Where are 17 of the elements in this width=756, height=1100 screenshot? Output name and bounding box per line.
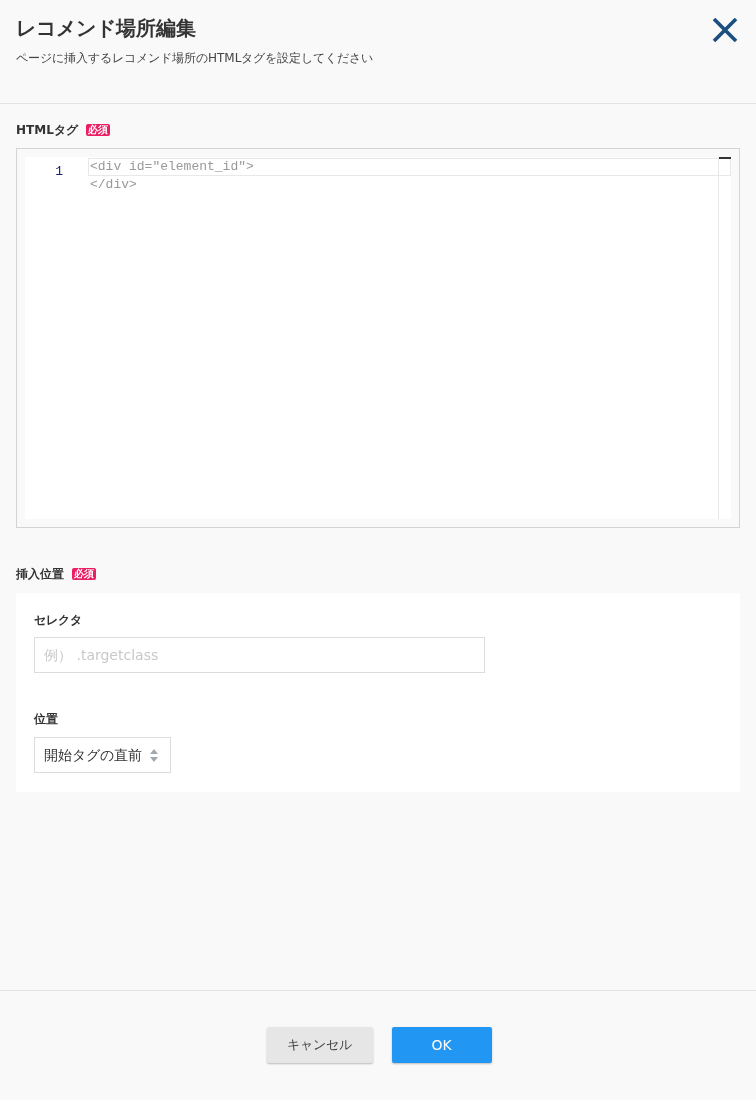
scrollbar-track[interactable] — [718, 157, 731, 519]
dialog-description: ページに挿入するレコメンド場所のHTMLタグを設定してください — [16, 50, 374, 66]
close-icon[interactable] — [712, 18, 738, 42]
sort-arrows-icon — [150, 748, 158, 762]
scrollbar-thumb[interactable] — [719, 157, 731, 159]
line-number: 1 — [55, 163, 63, 181]
field-label: セレクタ — [34, 612, 82, 628]
code-placeholder: <div id="element_id"> </div> — [89, 158, 254, 194]
field-label: 挿入位置 — [16, 566, 64, 582]
position-select[interactable]: 開始タグの直前 — [34, 737, 171, 773]
cancel-button[interactable]: キャンセル — [266, 1027, 373, 1063]
dialog-title: レコメンド場所編集 — [16, 15, 196, 41]
code-editor[interactable]: 1 <div id="element_id"> </div> — [25, 157, 731, 519]
field-label: 位置 — [34, 711, 58, 727]
required-badge: 必須 — [72, 568, 96, 580]
field-label: HTMLタグ — [16, 122, 78, 138]
required-badge: 必須 — [85, 124, 110, 136]
